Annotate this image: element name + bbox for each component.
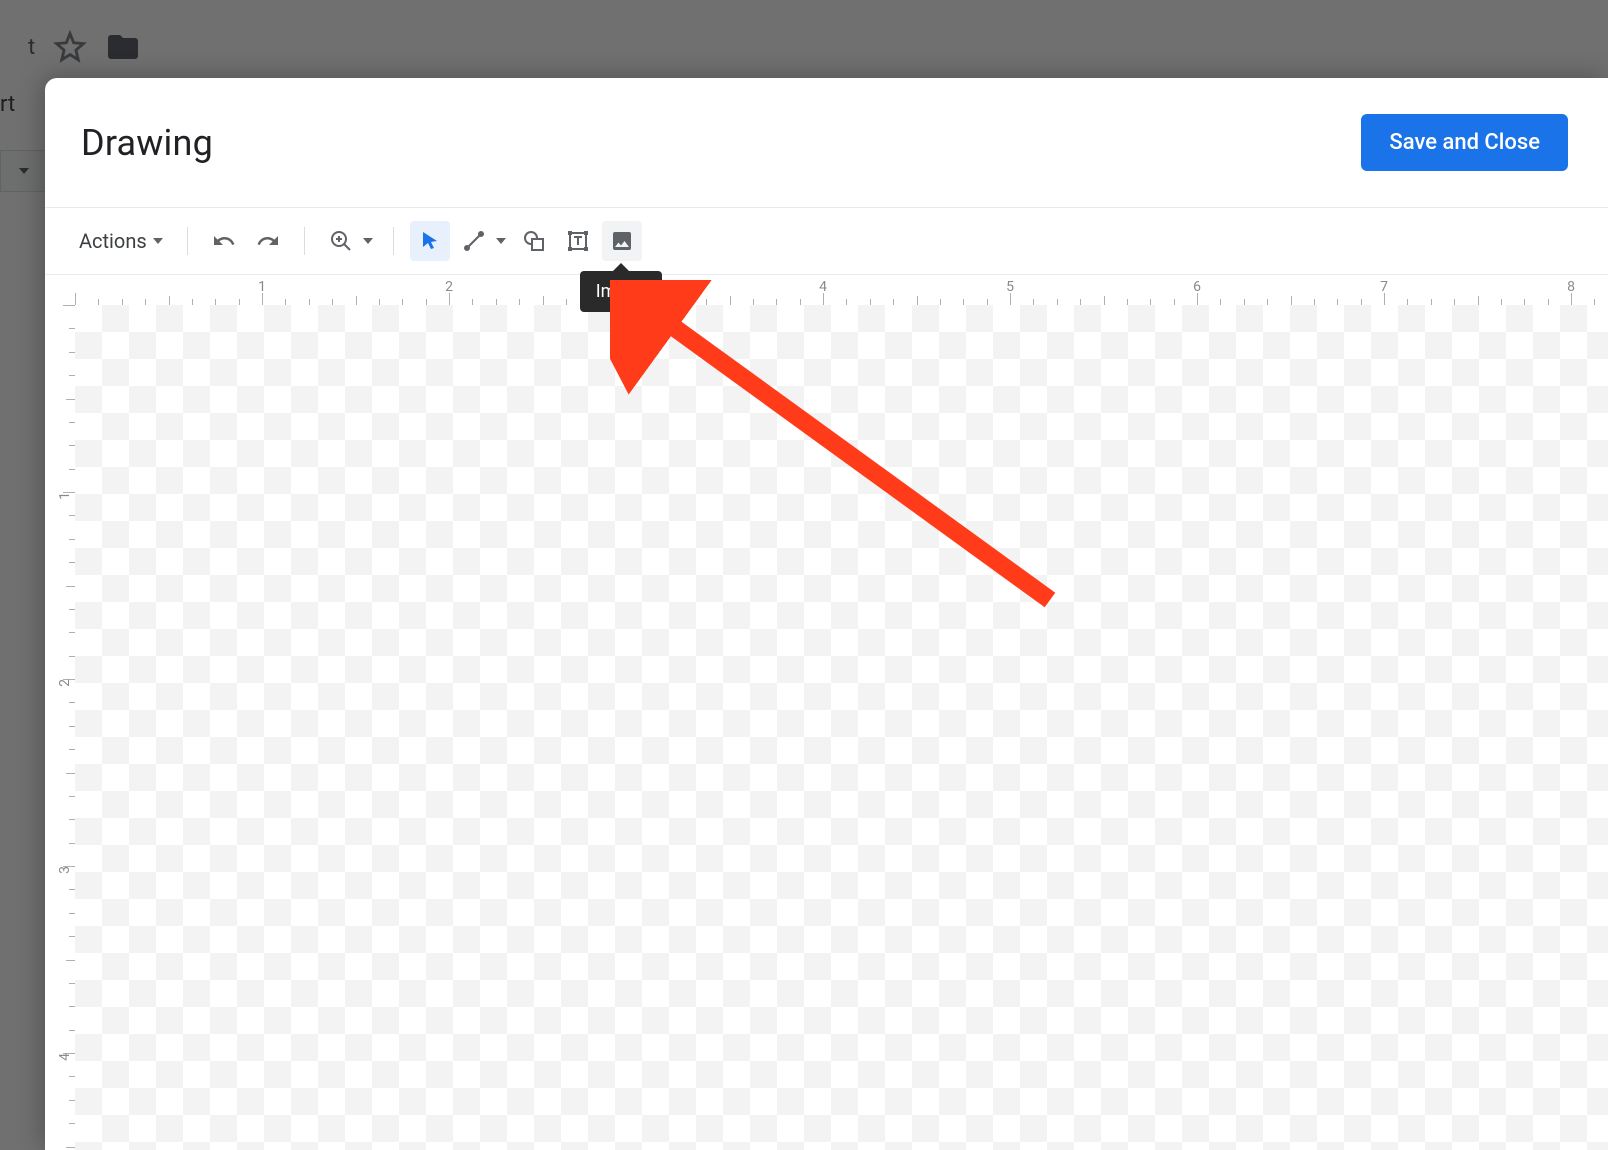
menu-fragment: rt bbox=[0, 92, 15, 120]
dialog-title: Drawing bbox=[81, 122, 213, 164]
shape-tool-button[interactable] bbox=[514, 221, 554, 261]
chevron-down-icon bbox=[363, 238, 373, 244]
image-icon bbox=[610, 229, 634, 253]
zoom-dropdown[interactable] bbox=[321, 221, 377, 261]
background-dropdown-sliver bbox=[0, 150, 47, 192]
chevron-down-icon bbox=[496, 238, 506, 244]
tooltip-text: Image bbox=[596, 281, 646, 302]
folder-icon bbox=[105, 29, 141, 65]
vertical-ruler[interactable]: 1234 bbox=[45, 305, 76, 1150]
ruler-corner bbox=[45, 275, 76, 306]
doc-title-fragment: t bbox=[28, 35, 35, 60]
select-tool-button[interactable] bbox=[410, 221, 450, 261]
image-tool-button[interactable] bbox=[602, 221, 642, 261]
drawing-toolbar: Actions bbox=[45, 208, 1608, 275]
drawing-dialog: Drawing Save and Close Actions bbox=[45, 78, 1608, 1150]
drawing-canvas[interactable] bbox=[75, 305, 1608, 1150]
toolbar-separator bbox=[187, 227, 188, 255]
actions-label: Actions bbox=[79, 229, 147, 253]
undo-icon bbox=[212, 229, 236, 253]
line-tool-dropdown[interactable] bbox=[454, 221, 510, 261]
redo-button[interactable] bbox=[248, 221, 288, 261]
dialog-header: Drawing Save and Close bbox=[45, 78, 1608, 208]
toolbar-separator bbox=[393, 227, 394, 255]
horizontal-ruler[interactable]: 12345678 bbox=[75, 275, 1608, 306]
zoom-icon bbox=[329, 229, 353, 253]
line-icon bbox=[462, 229, 486, 253]
undo-button[interactable] bbox=[204, 221, 244, 261]
canvas-area: 12345678 1234 bbox=[45, 275, 1608, 1150]
shape-icon bbox=[522, 229, 546, 253]
chevron-down-icon bbox=[153, 238, 163, 244]
image-tooltip: Image bbox=[580, 271, 662, 312]
star-icon bbox=[53, 30, 87, 64]
redo-icon bbox=[256, 229, 280, 253]
save-and-close-button[interactable]: Save and Close bbox=[1361, 114, 1568, 171]
textbox-tool-button[interactable] bbox=[558, 221, 598, 261]
toolbar-separator bbox=[304, 227, 305, 255]
cursor-icon bbox=[418, 229, 442, 253]
textbox-icon bbox=[566, 229, 590, 253]
actions-menu-button[interactable]: Actions bbox=[71, 223, 171, 259]
